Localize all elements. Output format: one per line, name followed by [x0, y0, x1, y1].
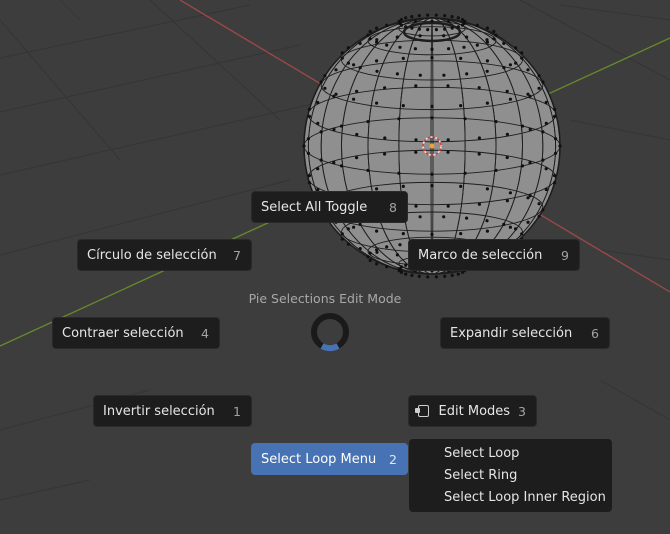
pie-item-shortcut: 9	[561, 247, 569, 263]
pie-item-box-select[interactable]: Marco de selección 9	[408, 239, 580, 271]
pie-item-shortcut: 7	[233, 247, 241, 263]
pie-item-label: Expandir selección	[450, 325, 573, 341]
pie-item-shortcut: 6	[591, 325, 599, 341]
pie-item-circle-select[interactable]: Círculo de selección 7	[77, 239, 252, 271]
pie-item-select-invert[interactable]: Invertir selección 1	[93, 395, 252, 427]
pie-item-select-all-toggle[interactable]: Select All Toggle 8	[251, 191, 408, 223]
pie-item-edit-modes[interactable]: Edit Modes 3	[408, 395, 537, 427]
pie-item-select-more[interactable]: Expandir selección 6	[440, 317, 610, 349]
select-loop-submenu: Select Loop Select Ring Select Loop Inne…	[409, 439, 612, 512]
pie-item-label: Contraer selección	[62, 325, 184, 341]
pie-item-label: Edit Modes	[438, 403, 511, 419]
pie-item-shortcut: 3	[518, 403, 526, 419]
pie-item-shortcut: 4	[201, 325, 209, 341]
pie-center-ring	[311, 313, 349, 352]
submenu-item-select-loop-inner-region[interactable]: Select Loop Inner Region	[409, 487, 612, 509]
pie-item-label: Invertir selección	[103, 403, 215, 419]
pie-item-label: Círculo de selección	[87, 247, 217, 263]
submenu-icon	[415, 405, 429, 417]
pie-item-shortcut: 8	[389, 199, 397, 215]
pie-item-shortcut: 2	[389, 451, 397, 467]
pie-item-label: Select Loop Menu	[261, 451, 377, 467]
pie-item-shortcut: 1	[233, 403, 241, 419]
pie-item-select-less[interactable]: Contraer selección 4	[52, 317, 220, 349]
pie-item-select-loop-menu[interactable]: Select Loop Menu 2	[251, 443, 408, 475]
origin-dot	[429, 143, 435, 149]
pie-item-label: Marco de selección	[418, 247, 543, 263]
pie-menu-title: Pie Selections Edit Mode	[248, 291, 402, 306]
submenu-item-select-loop[interactable]: Select Loop	[409, 443, 612, 465]
pie-item-label: Select All Toggle	[261, 199, 368, 215]
submenu-item-select-ring[interactable]: Select Ring	[409, 465, 612, 487]
